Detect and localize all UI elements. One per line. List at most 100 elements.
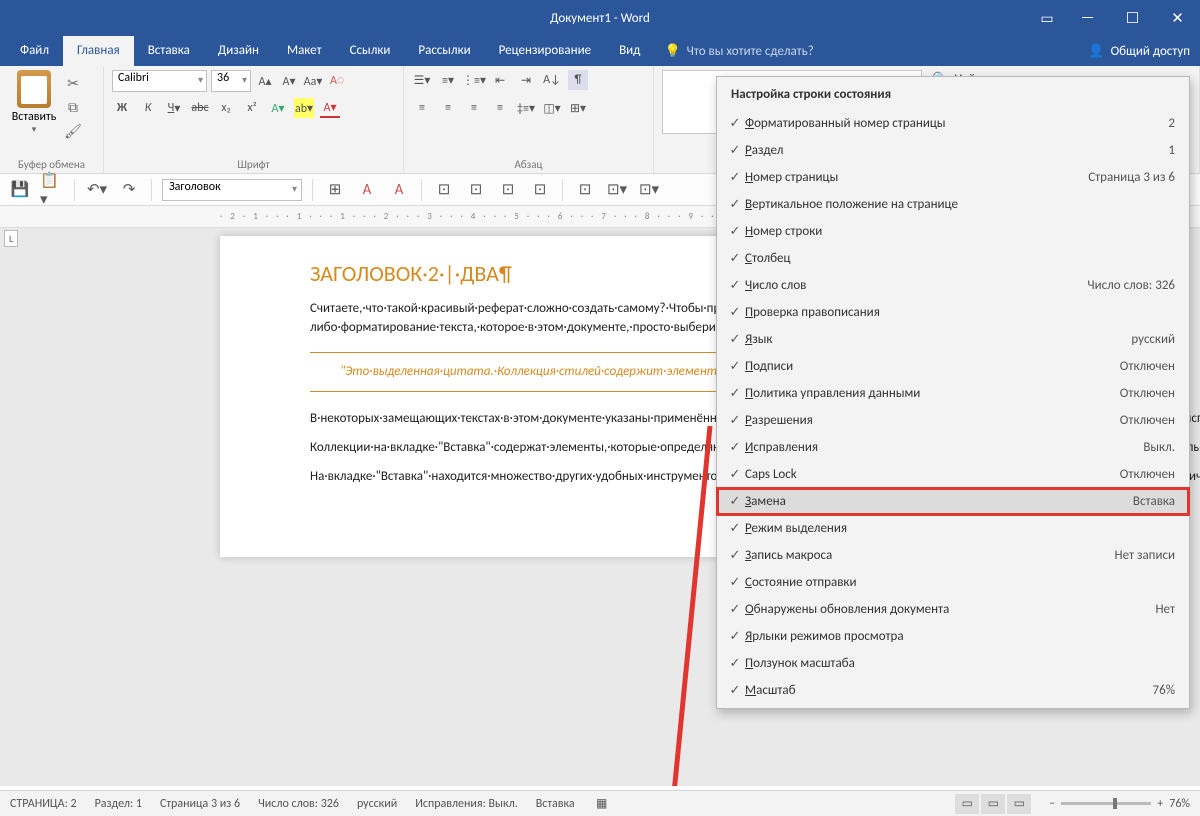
shading-button[interactable]: ◫▾ [542, 98, 562, 118]
font-color-button[interactable]: A▾ [320, 98, 340, 118]
increase-indent-button[interactable]: ⇥ [516, 70, 536, 90]
qat-btn-1[interactable]: ⊞ [323, 181, 347, 199]
bold-button[interactable]: Ж [112, 98, 132, 118]
qat-btn-10[interactable]: ⊡▾ [637, 181, 661, 199]
cut-button[interactable]: ✂ [64, 74, 82, 92]
sort-button[interactable]: A↓ [542, 70, 562, 90]
underline-button[interactable]: Ч▾ [164, 98, 184, 118]
tab-insert[interactable]: Вставка [134, 36, 204, 66]
borders-button[interactable]: ⊞▾ [568, 98, 588, 118]
ctx-item-21[interactable]: ✓Масштаб76% [717, 677, 1189, 704]
qat-btn-8[interactable]: ⊡ [573, 181, 597, 199]
ctx-item-17[interactable]: ✓Состояние отправки [717, 569, 1189, 596]
tab-home[interactable]: Главная [63, 36, 134, 66]
ctx-item-3[interactable]: ✓Вертикальное положение на странице [717, 191, 1189, 218]
status-bar[interactable]: СТРАНИЦА: 2 Раздел: 1 Страница 3 из 6 Чи… [0, 790, 1200, 816]
qat-btn-9[interactable]: ⊡▾ [605, 181, 629, 199]
zoom-in-button[interactable]: + [1157, 797, 1163, 811]
line-spacing-button[interactable]: ‡≡▾ [516, 98, 536, 118]
ctx-item-11[interactable]: ✓РазрешенияОтключен [717, 407, 1189, 434]
status-section[interactable]: Раздел: 1 [95, 797, 142, 811]
qat-btn-3[interactable]: A [387, 181, 411, 199]
tab-view[interactable]: Вид [605, 36, 654, 66]
font-name-combo[interactable]: Calibri [112, 70, 207, 92]
ctx-item-2[interactable]: ✓Номер страницыСтраница 3 из 6 [717, 164, 1189, 191]
ctx-item-1[interactable]: ✓Раздел1 [717, 137, 1189, 164]
align-center-button[interactable]: ≡ [438, 98, 458, 118]
paste-button[interactable]: Вставить ▾ [8, 70, 60, 156]
decrease-indent-button[interactable]: ⇤ [490, 70, 510, 90]
ribbon-options-icon[interactable]: ▭ [1029, 0, 1065, 36]
align-right-button[interactable]: ≡ [464, 98, 484, 118]
ctx-item-0[interactable]: ✓Форматированный номер страницы2 [717, 110, 1189, 137]
tab-review[interactable]: Рецензирование [485, 36, 605, 66]
share-button[interactable]: 👤 Общий доступ [1088, 44, 1190, 59]
ctx-item-15[interactable]: ✓Режим выделения [717, 515, 1189, 542]
qat-btn-7[interactable]: ⊡ [528, 181, 552, 199]
justify-button[interactable]: ≡ [490, 98, 510, 118]
ctx-item-5[interactable]: ✓Столбец [717, 245, 1189, 272]
format-painter-button[interactable]: 🖌 [64, 122, 82, 140]
tab-layout[interactable]: Макет [273, 36, 336, 66]
status-insert[interactable]: Вставка [536, 797, 575, 811]
view-read-button[interactable]: ▭ [955, 794, 979, 814]
status-lang[interactable]: русский [357, 797, 397, 811]
align-left-button[interactable]: ≡ [412, 98, 432, 118]
ctx-item-10[interactable]: ✓Политика управления даннымиОтключен [717, 380, 1189, 407]
clear-format-button[interactable]: A◌ [327, 71, 347, 91]
ctx-item-20[interactable]: ✓Ползунок масштаба [717, 650, 1189, 677]
tell-me-search[interactable]: 💡 Что вы хотите сделать? [664, 44, 813, 59]
zoom-slider[interactable] [1061, 802, 1151, 805]
undo-button[interactable]: ↶▾ [85, 181, 109, 199]
multilevel-button[interactable]: ⋮≡▾ [464, 70, 484, 90]
ctx-item-9[interactable]: ✓ПодписиОтключен [717, 353, 1189, 380]
redo-button[interactable]: ↷ [117, 181, 141, 199]
ctx-item-14[interactable]: ✓ЗаменаВставка [717, 488, 1189, 515]
text-effects-button[interactable]: A▾ [268, 98, 288, 118]
ctx-item-18[interactable]: ✓Обнаружены обновления документаНет [717, 596, 1189, 623]
zoom-control[interactable]: − + 76% [1049, 797, 1190, 811]
qat-paste-button[interactable]: 📋▾ [40, 181, 64, 199]
style-combo[interactable]: Заголовок [162, 179, 302, 201]
tab-file[interactable]: Файл [6, 36, 63, 66]
ctx-item-7[interactable]: ✓Проверка правописания [717, 299, 1189, 326]
numbering-button[interactable]: ≡▾ [438, 70, 458, 90]
grow-font-button[interactable]: A▴ [255, 71, 275, 91]
tab-mailings[interactable]: Рассылки [404, 36, 484, 66]
zoom-value[interactable]: 76% [1169, 797, 1190, 811]
italic-button[interactable]: К [138, 98, 158, 118]
ctx-item-13[interactable]: ✓Caps LockОтключен [717, 461, 1189, 488]
tab-design[interactable]: Дизайн [204, 36, 273, 66]
qat-btn-5[interactable]: ⊡ [464, 181, 488, 199]
ctx-item-4[interactable]: ✓Номер строки [717, 218, 1189, 245]
bullets-button[interactable]: ☰▾ [412, 70, 432, 90]
ctx-item-16[interactable]: ✓Запись макросаНет записи [717, 542, 1189, 569]
view-print-button[interactable]: ▭ [981, 794, 1005, 814]
status-words[interactable]: Число слов: 326 [258, 797, 339, 811]
ctx-item-8[interactable]: ✓Языкрусский [717, 326, 1189, 353]
status-pageof[interactable]: Страница 3 из 6 [160, 797, 240, 811]
qat-btn-6[interactable]: ⊡ [496, 181, 520, 199]
tab-references[interactable]: Ссылки [336, 36, 405, 66]
maximize-button[interactable]: ☐ [1110, 0, 1155, 36]
copy-button[interactable]: ⧉ [64, 98, 82, 116]
ctx-item-6[interactable]: ✓Число словЧисло слов: 326 [717, 272, 1189, 299]
change-case-button[interactable]: Aa▾ [303, 71, 323, 91]
superscript-button[interactable]: x² [242, 98, 262, 118]
view-web-button[interactable]: ▭ [1007, 794, 1031, 814]
highlight-button[interactable]: ab▾ [294, 98, 314, 118]
strike-button[interactable]: abc [190, 98, 210, 118]
subscript-button[interactable]: x₂ [216, 98, 236, 118]
status-track[interactable]: Исправления: Выкл. [415, 797, 518, 811]
qat-btn-4[interactable]: ⊡ [432, 181, 456, 199]
ctx-item-12[interactable]: ✓ИсправленияВыкл. [717, 434, 1189, 461]
shrink-font-button[interactable]: A▾ [279, 71, 299, 91]
status-macro-icon[interactable]: ▦ [593, 795, 611, 813]
font-size-combo[interactable]: 36 [211, 70, 251, 92]
save-button[interactable]: 💾 [8, 181, 32, 199]
show-marks-button[interactable]: ¶ [568, 70, 588, 90]
status-page[interactable]: СТРАНИЦА: 2 [10, 797, 77, 811]
minimize-button[interactable]: — [1065, 0, 1110, 36]
close-button[interactable]: ✕ [1155, 0, 1200, 36]
qat-btn-2[interactable]: A [355, 181, 379, 199]
